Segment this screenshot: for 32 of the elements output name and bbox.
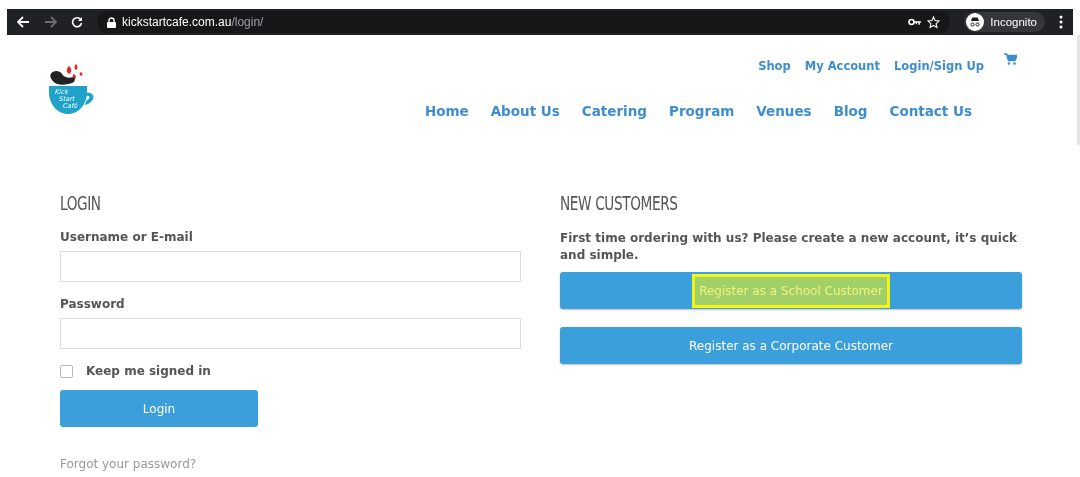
nav-link[interactable]: Venues xyxy=(756,103,812,119)
lock-icon xyxy=(107,16,116,28)
section-heading: NEW CUSTOMERS xyxy=(560,192,679,214)
checkbox[interactable] xyxy=(60,364,73,378)
cart-icon[interactable] xyxy=(1004,53,1017,65)
incognito-icon xyxy=(966,13,985,31)
nav-link[interactable]: Contact Us xyxy=(889,103,972,119)
profile-chip[interactable]: Incognito xyxy=(964,12,1045,32)
intro-text: First time ordering with us? Please create a new account, it’s quick and simple. xyxy=(560,230,1018,264)
menu-icon[interactable] xyxy=(1059,15,1063,29)
back-icon[interactable] xyxy=(17,16,30,28)
top-link[interactable]: Login/Sign Up xyxy=(894,59,984,73)
register-button[interactable]: Register as a Corporate Customer xyxy=(560,327,1022,364)
nav-link[interactable]: Program xyxy=(669,103,735,119)
nav-link[interactable]: Catering xyxy=(581,103,647,119)
section-heading: LOGIN xyxy=(60,192,102,214)
login-button[interactable]: Login xyxy=(60,390,258,427)
reload-icon[interactable] xyxy=(71,16,83,28)
top-link[interactable]: My Account xyxy=(804,59,880,73)
nav-link[interactable]: About Us xyxy=(490,103,560,119)
star-icon[interactable] xyxy=(927,15,941,29)
checkbox-label: Keep me signed in xyxy=(86,364,211,378)
nav-link[interactable]: Home xyxy=(424,103,469,119)
address-bar[interactable]: kickstartcafe.com.au/login/ xyxy=(97,11,951,33)
forgot-password-link[interactable]: Forgot your password? xyxy=(60,457,521,471)
nav-link[interactable]: Blog xyxy=(833,103,868,119)
field-label: Password xyxy=(60,297,126,311)
input-field[interactable] xyxy=(60,318,521,349)
field-label: Username or E-mail xyxy=(60,230,194,244)
top-link[interactable]: Shop xyxy=(758,59,791,73)
key-icon[interactable] xyxy=(908,18,922,26)
input-field[interactable] xyxy=(60,251,521,282)
